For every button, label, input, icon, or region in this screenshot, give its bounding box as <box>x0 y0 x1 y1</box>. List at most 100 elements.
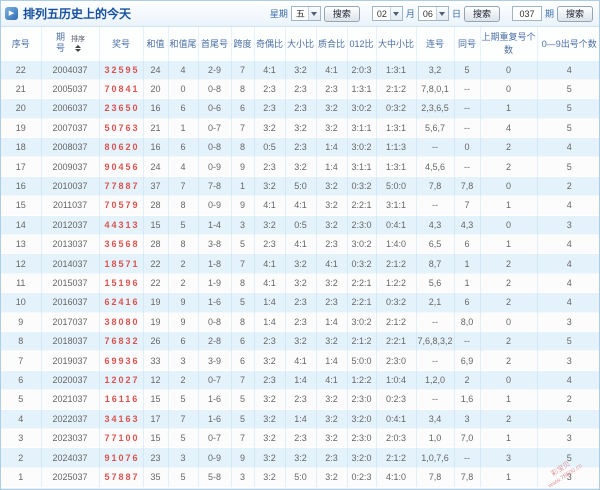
cell-seq: 1 <box>1 466 42 487</box>
cell-issue-no: 2013037 <box>41 234 100 254</box>
cell-seq: 20 <box>1 98 42 119</box>
cell-issue-no: 2004037 <box>41 59 100 80</box>
month-select[interactable]: 02 <box>371 6 403 21</box>
cell-prime-composite-ratio: 1:4 <box>316 137 348 157</box>
cell-012-ratio: 3:0:2 <box>347 311 377 332</box>
cell-012-ratio: 1:2:2 <box>347 369 377 390</box>
cell-prize-number: 18571 <box>99 253 144 274</box>
cell-012-ratio: 0:3:2 <box>347 175 377 196</box>
cell-seq: 16 <box>1 175 42 196</box>
cell-prime-composite-ratio: 3:2 <box>316 98 348 119</box>
cell-consecutive: 7,8,0,1 <box>416 78 455 99</box>
cell-issue-no: 2007037 <box>41 117 100 138</box>
cell-prev-repeat-count: 1 <box>480 98 538 119</box>
cell-big-mid-small-ratio: 1:2:2 <box>376 272 417 293</box>
chevron-down-icon <box>307 7 320 20</box>
cell-prev-repeat-count: 1 <box>480 427 538 448</box>
table-row: 11 2015037 15196 22 2 1-9 8 4:1 3:2 3:2 2:2:1 1:2:2… <box>1 272 599 293</box>
cell-012-ratio: 3:1:1 <box>347 156 377 177</box>
cell-012-ratio: 2:3:0 <box>347 427 377 448</box>
cell-012-ratio: 0:2:3 <box>347 466 377 487</box>
cell-big-small-ratio: 2:3 <box>285 311 317 332</box>
table-row: 21 2005037 70841 20 0 0-8 8 2:3 2:3 2:3 1:3:1 2:1:2… <box>1 78 599 99</box>
cell-prize-number: 69936 <box>99 350 144 371</box>
cell-span: 9 <box>231 447 255 468</box>
cell-issue-no: 2015037 <box>41 272 100 293</box>
cell-big-mid-small-ratio: 0:2:3 <box>376 389 417 410</box>
cell-big-small-ratio: 0:5 <box>285 214 317 235</box>
cell-big-mid-small-ratio: 1:3:1 <box>376 59 417 80</box>
issue-number-input[interactable] <box>511 6 542 21</box>
cell-same-number: 5 <box>454 59 481 80</box>
cell-012-ratio: 3:1:1 <box>347 117 377 138</box>
cell-012-ratio: 2:3:0 <box>347 214 377 235</box>
cell-span: 3 <box>231 214 255 235</box>
cell-sum: 19 <box>143 311 169 332</box>
cell-issue-no: 2005037 <box>41 78 100 99</box>
cell-big-mid-small-ratio: 3:1:1 <box>376 195 417 216</box>
table-row: 16 2010037 77887 37 7 7-8 1 3:2 5:0 3:2 0:3:2 5:0:0… <box>1 175 599 196</box>
cell-012-ratio: 3:0:2 <box>347 137 377 157</box>
table-row: 12 2014037 18571 22 2 1-8 7 4:1 3:2 4:1 0:3:2 2:1:2… <box>1 253 599 274</box>
cell-issue-no: 2012037 <box>41 214 100 235</box>
cell-first-last: 1-9 <box>198 272 232 293</box>
cell-sum-tail: 5 <box>168 214 199 235</box>
cell-prize-number: 76832 <box>99 330 144 351</box>
cell-odd-even-ratio: 2:3 <box>254 98 286 119</box>
cell-issue-no: 2010037 <box>41 175 100 196</box>
col-header-same-number: 同号 <box>454 27 481 60</box>
cell-big-small-ratio: 1:4 <box>285 369 317 390</box>
cell-span: 6 <box>231 350 255 371</box>
weekday-select[interactable]: 五 <box>290 6 321 21</box>
issue-search-button[interactable]: 搜索 <box>556 5 593 22</box>
cell-prime-composite-ratio: 1:4 <box>316 350 348 371</box>
cell-big-small-ratio: 5:0 <box>285 175 317 196</box>
cell-big-mid-small-ratio: 1:3:1 <box>376 117 417 138</box>
weekday-search-button[interactable]: 搜索 <box>323 5 360 22</box>
weekday-select-value: 五 <box>295 9 305 19</box>
table-row: 7 2019037 69936 33 3 3-9 6 3:2 4:1 1:4 5:0:0 2:3:0-… <box>1 350 599 371</box>
cell-issue-no: 2023037 <box>41 427 100 448</box>
cell-sum-tail: 9 <box>168 292 199 313</box>
day-select[interactable]: 06 <box>417 6 449 21</box>
cell-digit-appear-count: 3 <box>537 350 599 371</box>
cell-big-small-ratio: 3:2 <box>285 59 317 80</box>
cell-seq: 9 <box>1 311 42 332</box>
cell-sum: 17 <box>143 408 169 429</box>
cell-same-number: 1 <box>454 253 481 274</box>
table-row: 13 2013037 36568 28 8 3-8 5 2:3 4:1 2:3 3:0:2 1:4:0… <box>1 234 599 254</box>
cell-prize-number: 32595 <box>99 59 144 80</box>
table-row: 14 2012037 44313 15 5 1-4 3 3:2 0:5 3:2 2:3:0 0:4:1… <box>1 214 599 235</box>
cell-sum: 26 <box>143 330 169 351</box>
table-header: 序号 期号 排序 奖号 和值 和值尾 首尾号 跨度 奇偶比 大小比 质合比 01… <box>1 27 599 60</box>
table-row: 3 2023037 77100 15 5 0-7 7 3:2 2:3 3:2 2:3:0 2:0:3 1… <box>1 427 599 448</box>
cell-sum: 22 <box>143 272 169 293</box>
cell-big-small-ratio: 2:3 <box>285 98 317 119</box>
cell-digit-appear-count: 4 <box>537 137 599 157</box>
cell-consecutive: 5,6,7 <box>416 117 455 138</box>
cell-first-last: 0-6 <box>198 98 232 119</box>
cell-odd-even-ratio: 3:2 <box>254 427 286 448</box>
page-title: 排列五历史上的今天 <box>23 7 132 21</box>
table-row: 1 2025037 57887 35 5 5-8 3 3:2 5:0 3:2 0:2:3 4:1:0 7… <box>1 466 599 487</box>
cell-prime-composite-ratio: 1:4 <box>316 311 348 332</box>
cell-big-small-ratio: 3:2 <box>285 117 317 138</box>
cell-issue-no: 2011037 <box>41 195 100 216</box>
date-search-button[interactable]: 搜索 <box>463 5 500 22</box>
cell-prime-composite-ratio: 2:3 <box>316 78 348 99</box>
cell-sum-tail: 2 <box>168 369 199 390</box>
cell-digit-appear-count: 4 <box>537 59 599 80</box>
cell-first-last: 0-7 <box>198 117 232 138</box>
cell-big-mid-small-ratio: 0:3:2 <box>376 98 417 119</box>
cell-prize-number: 36568 <box>99 234 144 254</box>
lottery-history-window: ▶ 排列五历史上的今天 星期 五 搜索 02 月 06 日 搜索 037 期 搜… <box>0 0 600 490</box>
sort-button[interactable]: 排序 <box>71 34 85 53</box>
cell-prev-repeat-count: 2 <box>480 156 538 177</box>
cell-span: 9 <box>231 156 255 177</box>
cell-prev-repeat-count: 2 <box>480 137 538 157</box>
cell-digit-appear-count: 4 <box>537 292 599 313</box>
cell-digit-appear-count: 5 <box>537 98 599 119</box>
cell-consecutive: -- <box>416 195 455 216</box>
cell-span: 8 <box>231 311 255 332</box>
cell-consecutive: 1,2,0 <box>416 369 455 390</box>
